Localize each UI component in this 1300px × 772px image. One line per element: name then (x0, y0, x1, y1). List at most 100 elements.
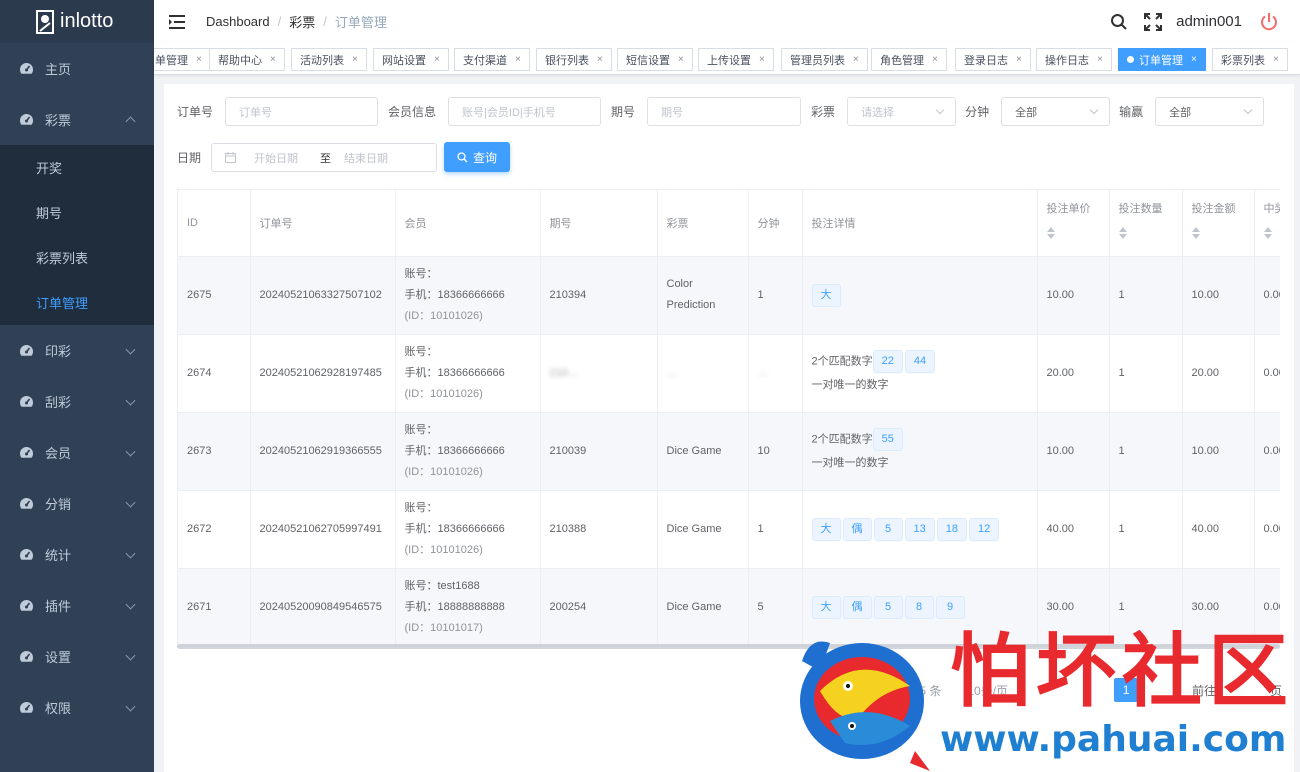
close-icon[interactable]: × (1097, 54, 1103, 65)
bet-detail-note: 一对唯一的数字 (811, 457, 889, 469)
cell-period: 210388 (540, 490, 658, 569)
close-icon[interactable]: × (196, 54, 202, 65)
sidebar-item-5[interactable]: 分销 (0, 478, 154, 529)
sidebar-item-9[interactable]: 权限 (0, 682, 154, 733)
search-icon[interactable] (1108, 11, 1130, 33)
submenu-item-3[interactable]: 订单管理 (0, 280, 154, 325)
bet-chip: 12 (969, 517, 1000, 541)
tab-3[interactable]: 网站设置 × (373, 48, 449, 71)
sidebar-item-2[interactable]: 印彩 (0, 325, 154, 376)
cell-bet-detail: 2个匹配数字 55 一对唯一的数字 (802, 412, 1038, 491)
cell-id: 2675 (178, 256, 251, 335)
member-input[interactable]: 账号|会员ID|手机号 (448, 97, 602, 126)
breadcrumb-lottery[interactable]: 彩票 (289, 12, 315, 31)
username[interactable]: admin001 (1176, 13, 1242, 30)
tab-13[interactable]: 彩票列表 × (1212, 48, 1288, 71)
tab-10[interactable]: 登录日志 × (955, 48, 1031, 71)
chevron-down-icon (125, 344, 136, 355)
date-start-placeholder[interactable]: 开始日期 (254, 150, 316, 166)
date-range-picker[interactable]: 开始日期 至 结束日期 (211, 143, 438, 172)
close-icon[interactable]: × (759, 54, 765, 65)
cell-id: 2674 (178, 334, 251, 413)
close-icon[interactable]: × (1191, 54, 1197, 65)
hamburger-icon[interactable] (168, 13, 186, 31)
bet-detail-text: 2个匹配数字 (811, 355, 873, 368)
submenu-item-1[interactable]: 期号 (0, 190, 154, 235)
period-input[interactable]: 期号 (647, 97, 802, 126)
sidebar-item-6[interactable]: 统计 (0, 529, 154, 580)
cell-order-no: 20240521062919366555 (250, 412, 396, 491)
member-phone: 手机：18366666666 (404, 444, 505, 457)
column-header-label: 期号 (549, 217, 572, 230)
lottery-select[interactable]: 请选择 (847, 97, 957, 126)
power-icon[interactable] (1258, 11, 1280, 33)
sort-icon[interactable] (1191, 227, 1200, 239)
cell-lottery: … (657, 334, 749, 413)
bet-chip: 8 (904, 595, 934, 619)
sort-icon[interactable] (1263, 227, 1272, 239)
column-header[interactable]: 投注数量 (1109, 190, 1183, 257)
tab-8[interactable]: 管理员列表 × (781, 48, 868, 71)
tab-label: 角色管理 (880, 54, 924, 67)
close-icon[interactable]: × (678, 54, 684, 65)
sidebar-item-label: 刮彩 (45, 395, 72, 410)
dashboard-icon (18, 496, 34, 512)
column-header-label: 投注数量 (1118, 203, 1163, 215)
breadcrumb-current: 订单管理 (334, 15, 387, 30)
cell-price: 10.00 (1037, 256, 1110, 335)
sidebar-item-8[interactable]: 设置 (0, 631, 154, 682)
tab-2[interactable]: 活动列表 × (291, 48, 367, 71)
close-icon[interactable]: × (270, 54, 276, 65)
member-id: (ID：10101026) (404, 543, 483, 556)
tab-1[interactable]: 帮助中心 × (209, 48, 285, 71)
sort-icon[interactable] (1118, 227, 1127, 239)
tab-11[interactable]: 操作日志 × (1036, 48, 1112, 71)
query-button[interactable]: 查询 (444, 142, 510, 172)
submenu-item-0[interactable]: 开奖 (0, 145, 154, 190)
column-header[interactable]: 中奖 (1254, 190, 1281, 257)
order-no-input[interactable]: 订单号 (225, 97, 379, 126)
sidebar-submenu: 开奖 期号 彩票列表 订单管理 (0, 145, 154, 325)
close-icon[interactable]: × (1016, 54, 1022, 65)
tab-9[interactable]: 角色管理 × (871, 48, 947, 71)
tab-5[interactable]: 银行列表 × (536, 48, 612, 71)
sidebar-item-4[interactable]: 会员 (0, 427, 154, 478)
column-header[interactable]: 投注金额 (1182, 190, 1255, 257)
fullscreen-icon[interactable] (1142, 11, 1164, 33)
close-icon[interactable]: × (597, 54, 603, 65)
column-header[interactable]: 投注单价 (1037, 190, 1110, 257)
tab-label: 彩票列表 (1221, 54, 1265, 67)
close-icon[interactable]: × (1273, 54, 1279, 65)
sidebar-item-7[interactable]: 插件 (0, 580, 154, 631)
breadcrumb-dashboard[interactable]: Dashboard (206, 14, 270, 29)
sort-icon[interactable] (1046, 227, 1055, 239)
tab-12[interactable]: 订单管理 × (1118, 48, 1206, 71)
close-icon[interactable]: × (853, 54, 859, 65)
sidebar-item-label: 会员 (45, 446, 72, 461)
close-icon[interactable]: × (434, 54, 440, 65)
dashboard-icon (18, 598, 34, 614)
winlose-select[interactable]: 全部 (1155, 97, 1265, 126)
table-row: 2673 20240521062919366555 账号： 手机：1836666666… (178, 412, 1280, 491)
cell-order-no: 20240521063327507102 (250, 256, 396, 335)
tab-0[interactable]: 单管理 × (154, 48, 211, 71)
logo[interactable]: inlotto (0, 0, 154, 43)
column-header-label: 分钟 (757, 217, 780, 230)
member-phone: 手机：18366666666 (404, 288, 505, 301)
close-icon[interactable]: × (352, 54, 358, 65)
close-icon[interactable]: × (932, 54, 938, 65)
cell-qty: 1 (1109, 490, 1183, 569)
tab-6[interactable]: 短信设置 × (617, 48, 693, 71)
column-header-label: 中奖 (1263, 203, 1281, 215)
bet-chip: 55 (872, 428, 903, 451)
submenu-item-2[interactable]: 彩票列表 (0, 235, 154, 280)
sidebar-item-1[interactable]: 彩票 (0, 94, 154, 145)
minute-select[interactable]: 全部 (1001, 97, 1111, 126)
tab-4[interactable]: 支付渠道 × (454, 48, 530, 71)
sidebar-item-3[interactable]: 刮彩 (0, 376, 154, 427)
fish-logo (800, 641, 930, 771)
sidebar-item-0[interactable]: 主页 (0, 43, 154, 94)
close-icon[interactable]: × (515, 54, 521, 65)
date-end-placeholder[interactable]: 结束日期 (344, 150, 388, 166)
tab-7[interactable]: 上传设置 × (698, 48, 774, 71)
